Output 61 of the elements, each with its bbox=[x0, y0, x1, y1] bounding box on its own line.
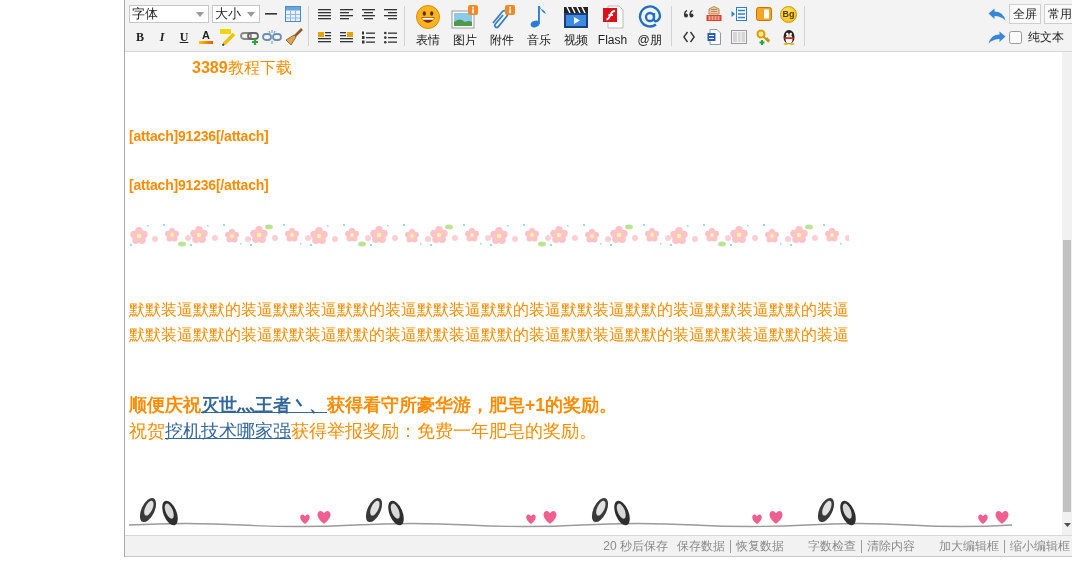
document-icon[interactable] bbox=[706, 29, 721, 45]
scrollbar-thumb[interactable] bbox=[1063, 240, 1071, 512]
picture-icon bbox=[450, 4, 479, 30]
underline-button[interactable]: U bbox=[173, 27, 195, 47]
font-select[interactable]: 字体 bbox=[129, 5, 209, 23]
attachment-button[interactable]: 附件 bbox=[483, 0, 520, 48]
undo-icon[interactable] bbox=[988, 7, 1006, 21]
quote-icon[interactable] bbox=[683, 10, 694, 18]
post-title: 3389教程下载 bbox=[192, 58, 293, 78]
fullscreen-button[interactable]: 全屏 bbox=[1009, 4, 1041, 24]
flash-button[interactable]: Flash bbox=[594, 0, 631, 48]
redo-icon[interactable] bbox=[988, 30, 1006, 44]
emoji-button[interactable]: 表情 bbox=[409, 0, 446, 48]
scrollbar[interactable] bbox=[1062, 52, 1072, 535]
key-icon[interactable] bbox=[755, 29, 772, 45]
filler-text: 默默装逼默默的装逼默默装逼默默的装逼默默装逼默默的装逼默默装逼默默的装逼默默装逼默默的装逼 bbox=[129, 300, 850, 320]
caret-icon bbox=[196, 11, 204, 17]
at-sign-icon bbox=[636, 4, 663, 30]
font-color-button[interactable]: A bbox=[195, 27, 217, 47]
scroll-down-icon[interactable] bbox=[1063, 523, 1071, 527]
table-icon[interactable] bbox=[285, 6, 301, 22]
link-icon[interactable] bbox=[240, 29, 260, 45]
common-button[interactable]: 常用 bbox=[1044, 4, 1072, 24]
video-button[interactable]: 视频 bbox=[557, 0, 594, 48]
user-link[interactable]: 灭世灬王者丶、 bbox=[201, 395, 327, 415]
align-center-icon[interactable] bbox=[361, 7, 375, 21]
align-left-icon[interactable] bbox=[339, 7, 353, 21]
code-icon[interactable] bbox=[682, 31, 695, 43]
bullet-list-icon[interactable] bbox=[383, 30, 397, 44]
align-right-icon[interactable] bbox=[383, 7, 397, 21]
user-link[interactable]: 挖机技术哪家强 bbox=[165, 421, 291, 441]
plain-text-checkbox[interactable] bbox=[1009, 30, 1022, 44]
background-button[interactable]: Bg bbox=[780, 5, 797, 23]
free-badge-icon[interactable] bbox=[705, 6, 722, 22]
attachment-code: [attach]91236[/attach] bbox=[129, 176, 270, 195]
caret-icon bbox=[247, 11, 255, 17]
size-select[interactable]: 大小 bbox=[212, 5, 260, 23]
mention-button[interactable]: @朋 bbox=[631, 0, 668, 48]
congratulation-text: 祝贺挖机技术哪家强获得举报奖励：免费一年肥皂的奖励。 bbox=[129, 420, 598, 443]
filler-text: 默默装逼默默的装逼默默装逼默默的装逼默默装逼默默的装逼默默装逼默默的装逼默默装逼默默的装逼 bbox=[129, 325, 850, 345]
penguin-icon[interactable] bbox=[781, 29, 796, 45]
image-right-icon[interactable] bbox=[339, 30, 353, 44]
color-bar-icon bbox=[199, 41, 213, 44]
brush-icon[interactable] bbox=[285, 28, 303, 46]
image-left-icon[interactable] bbox=[317, 30, 331, 44]
image-button[interactable]: 图片 bbox=[446, 0, 483, 48]
clapperboard-icon bbox=[561, 4, 590, 30]
autosave-status: 20 秒后保存 bbox=[603, 537, 668, 555]
unlink-icon[interactable] bbox=[262, 29, 282, 45]
checkbox-label[interactable]: 纯文本 bbox=[1028, 28, 1064, 46]
music-button[interactable]: 音乐 bbox=[520, 0, 557, 48]
congratulation-text: 顺便庆祝灭世灬王者丶、获得看守所豪华游，肥皂+1的奖励。 bbox=[129, 394, 619, 417]
align-justify-icon[interactable] bbox=[317, 7, 331, 21]
indent-list-icon[interactable] bbox=[730, 7, 747, 21]
panel-icon[interactable] bbox=[755, 7, 772, 21]
columns-icon[interactable] bbox=[730, 30, 747, 44]
numbered-list-icon[interactable] bbox=[361, 30, 375, 44]
italic-button[interactable]: I bbox=[151, 27, 173, 47]
attachment-code: [attach]91236[/attach] bbox=[129, 127, 270, 146]
bold-button[interactable]: B bbox=[129, 27, 151, 47]
smiley-icon bbox=[414, 4, 441, 30]
